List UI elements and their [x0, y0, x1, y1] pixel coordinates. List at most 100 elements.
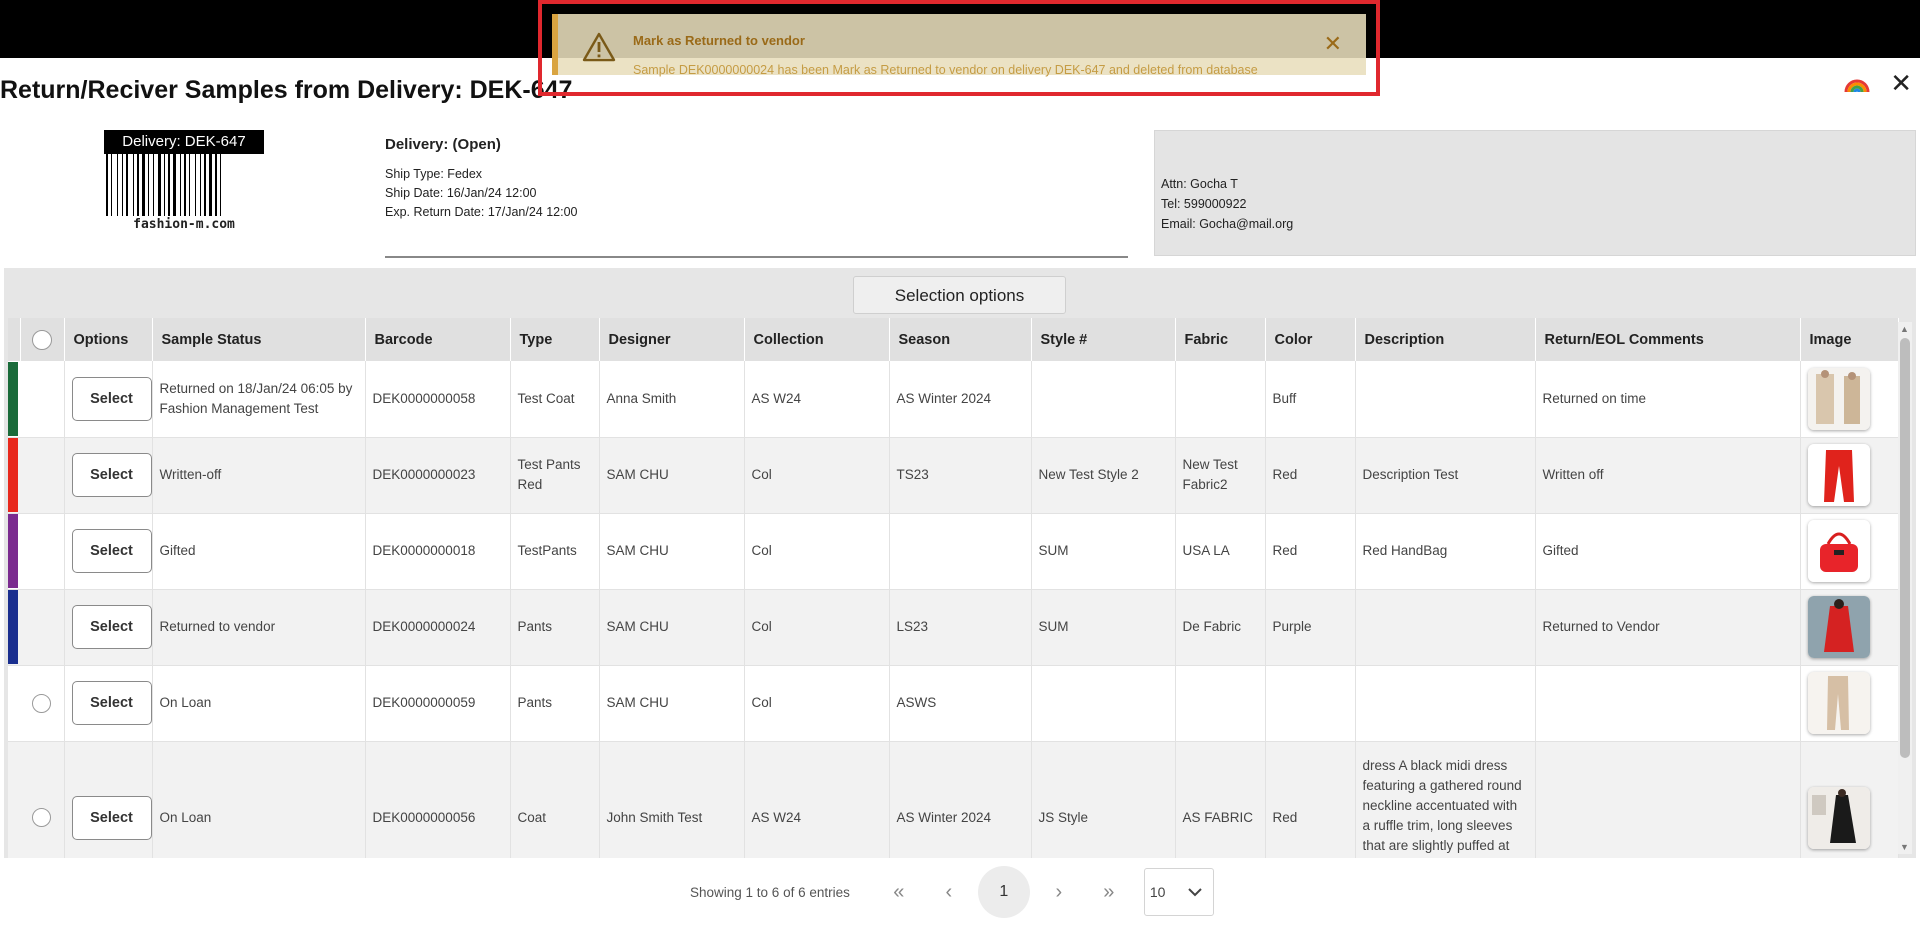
collection-cell: Col [744, 665, 890, 742]
image-cell [1800, 589, 1899, 666]
designer-cell: SAM CHU [599, 665, 745, 742]
options-cell: Select [64, 665, 153, 742]
cell-status: On Loan [159, 809, 212, 825]
column-header[interactable]: Color [1265, 318, 1356, 361]
season-cell: TS23 [889, 437, 1032, 514]
table-row[interactable]: Select On Loan DEK0000000059 Pants SAM CHU Co… [8, 665, 1899, 742]
column-header[interactable]: Sample Status [152, 318, 366, 361]
cell-style: SUM [1038, 619, 1069, 634]
column-header[interactable]: Barcode [365, 318, 511, 361]
status-cell: On Loan [152, 741, 366, 858]
row-select-cell[interactable] [20, 437, 65, 514]
cell-barcode: DEK0000000059 [372, 695, 476, 710]
last-page-button[interactable]: » [1084, 881, 1134, 904]
header-select-all[interactable] [20, 318, 65, 361]
sample-thumbnail[interactable] [1807, 444, 1870, 506]
prev-page-button[interactable]: ‹ [924, 881, 974, 904]
cell-style: New Test Style 2 [1038, 467, 1139, 482]
status-color-cell [8, 437, 20, 514]
cell-description: dress A black midi dress featuring a gat… [1362, 758, 1522, 853]
barcode-label: Delivery: DEK-647 [104, 130, 264, 154]
column-header[interactable]: Style # [1031, 318, 1176, 361]
row-select-cell[interactable] [20, 361, 65, 438]
row-select-radio[interactable] [32, 693, 52, 713]
table-row[interactable]: Select On Loan DEK0000000056 Coat John Smith… [8, 741, 1899, 858]
image-cell [1800, 741, 1899, 858]
status-cell: On Loan [152, 665, 366, 742]
type-cell: TestPants [510, 513, 600, 590]
contact-tel: Tel: 599000922 [1161, 197, 1247, 211]
cell-barcode: DEK0000000023 [372, 467, 476, 482]
table-row[interactable]: Select Returned on 18/Jan/24 06:05 by Fas… [8, 361, 1899, 438]
designer-cell: SAM CHU [599, 513, 745, 590]
sample-thumbnail[interactable] [1807, 672, 1870, 734]
vertical-scrollbar[interactable]: ▲ ▼ [1898, 322, 1912, 854]
cell-designer: SAM CHU [606, 619, 669, 634]
red-handbag-thumbnail-icon [1807, 520, 1870, 582]
table-row[interactable]: Select Returned to vendor DEK0000000024 Pan… [8, 589, 1899, 666]
row-select-cell[interactable] [20, 513, 65, 590]
cell-comments: Returned on time [1542, 390, 1647, 406]
column-header[interactable]: Fabric [1175, 318, 1266, 361]
column-header[interactable]: Return/EOL Comments [1535, 318, 1801, 361]
description-cell: dress A black midi dress featuring a gat… [1355, 741, 1536, 858]
cell-status: On Loan [159, 695, 212, 710]
current-page-button[interactable]: 1 [977, 866, 1030, 918]
select-button[interactable]: Select [71, 376, 152, 421]
cell-comments: Written off [1542, 467, 1604, 482]
sample-thumbnail[interactable] [1807, 367, 1870, 430]
row-select-cell[interactable] [20, 741, 65, 858]
select-all-radio[interactable] [32, 329, 52, 350]
options-cell: Select [64, 437, 153, 514]
table-row[interactable]: Select Written-off DEK0000000023 Test Pants… [8, 437, 1899, 514]
page-size-select[interactable]: 10 [1143, 868, 1214, 916]
select-button[interactable]: Select [71, 605, 152, 649]
row-select-cell[interactable] [20, 589, 65, 666]
scroll-down-icon[interactable]: ▼ [1900, 842, 1909, 852]
row-select-radio[interactable] [32, 808, 52, 827]
description-cell: Description Test [1355, 437, 1536, 514]
style-cell: New Test Style 2 [1031, 437, 1176, 514]
table-row[interactable]: Select Gifted DEK0000000018 TestPants SAM CH… [8, 513, 1899, 590]
column-header[interactable]: Image [1800, 318, 1899, 361]
fabric-cell: New Test Fabric2 [1175, 437, 1266, 514]
status-color-cell [8, 741, 20, 858]
first-page-button[interactable]: « [874, 881, 924, 904]
barcode-cell: DEK0000000059 [365, 665, 511, 742]
column-header[interactable]: Designer [599, 318, 745, 361]
column-header[interactable]: Description [1355, 318, 1536, 361]
cell-designer: John Smith Test [606, 809, 703, 825]
column-header[interactable]: Type [510, 318, 600, 361]
delivery-status: Delivery: (Open) [385, 136, 501, 153]
toast-close-icon[interactable]: ✕ [1324, 33, 1342, 55]
style-cell: SUM [1031, 589, 1176, 666]
rainbow-icon[interactable] [1844, 72, 1870, 94]
status-color-cell [8, 589, 20, 666]
scroll-up-icon[interactable]: ▲ [1900, 324, 1909, 334]
status-color-cell [8, 665, 20, 742]
select-button[interactable]: Select [71, 681, 152, 725]
column-header[interactable]: Collection [744, 318, 890, 361]
scrollbar-thumb[interactable] [1900, 338, 1910, 758]
column-header[interactable]: Season [889, 318, 1032, 361]
status-cell: Returned on 18/Jan/24 06:05 by Fashion M… [152, 361, 366, 438]
row-select-cell[interactable] [20, 665, 65, 742]
select-button[interactable]: Select [71, 529, 152, 573]
sample-thumbnail[interactable] [1807, 786, 1870, 849]
barcode-cell: DEK0000000023 [365, 437, 511, 514]
select-button[interactable]: Select [71, 795, 152, 840]
next-page-button[interactable]: › [1034, 881, 1084, 904]
sample-thumbnail[interactable] [1807, 520, 1870, 582]
column-header[interactable]: Options [64, 318, 153, 361]
image-cell [1800, 513, 1899, 590]
selection-options-button[interactable]: Selection options [853, 276, 1066, 314]
sample-thumbnail[interactable] [1807, 596, 1870, 658]
chevron-down-icon [1188, 888, 1202, 897]
ship-date: Ship Date: 16/Jan/24 12:00 [385, 186, 537, 200]
cell-barcode: DEK0000000058 [372, 390, 476, 406]
select-button[interactable]: Select [71, 453, 152, 497]
status-color-stripe [8, 590, 18, 664]
cell-type: Test Coat [517, 390, 575, 406]
page-size-value: 10 [1149, 884, 1166, 900]
close-icon[interactable]: ✕ [1890, 70, 1912, 96]
